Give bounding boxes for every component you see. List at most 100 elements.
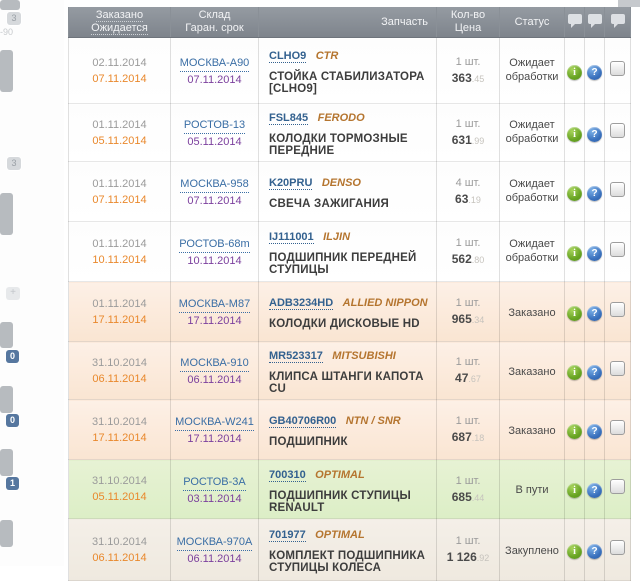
- part-code-link[interactable]: 700310: [269, 469, 306, 482]
- header-warranty-label: Гаран. срок: [173, 22, 256, 35]
- question-icon[interactable]: ?: [587, 65, 602, 80]
- price-decimals: 67: [468, 374, 481, 384]
- warehouse-link[interactable]: МОСКВА-А90: [180, 56, 250, 72]
- info-icon[interactable]: i: [567, 365, 582, 380]
- info-icon[interactable]: i: [567, 483, 582, 498]
- status-label: Заказано: [505, 365, 558, 379]
- status-cell: Заказано: [500, 400, 565, 460]
- ordered-date: 01.11.2014: [69, 236, 170, 252]
- left-panel-count-badge-blue[interactable]: 0: [6, 414, 19, 427]
- part-code-link[interactable]: 701977: [269, 529, 306, 542]
- header-comments-2[interactable]: [585, 7, 605, 38]
- left-panel-count-badge[interactable]: 3: [7, 157, 21, 170]
- row-checkbox[interactable]: [610, 242, 625, 257]
- warehouse-cell: МОСКВА-W241 17.11.2014: [171, 400, 259, 460]
- comment-bubble-icon: [588, 14, 602, 24]
- help-cell: ?: [585, 282, 605, 342]
- row-checkbox[interactable]: [610, 61, 625, 76]
- part-name: КОЛОДКИ ДИСКОВЫЕ HD: [269, 318, 432, 330]
- row-checkbox[interactable]: [610, 361, 625, 376]
- qty-price-cell: 1 шт. 63199: [437, 104, 500, 162]
- row-checkbox[interactable]: [610, 182, 625, 197]
- expected-date: 06.11.2014: [69, 550, 170, 566]
- left-panel-plus-badge[interactable]: +: [6, 287, 20, 300]
- question-icon[interactable]: ?: [587, 186, 602, 201]
- orders-table: Заказано Ожидается Склад Гаран. срок Зап…: [68, 7, 630, 581]
- left-panel-block: [0, 193, 13, 235]
- header-comments-1[interactable]: [565, 7, 585, 38]
- header-status: Статус: [500, 7, 565, 38]
- row-checkbox[interactable]: [610, 302, 625, 317]
- warehouse-link[interactable]: РОСТОВ-68m: [179, 237, 249, 253]
- header-comments-3[interactable]: [605, 7, 631, 38]
- warehouse-link[interactable]: МОСКВА-958: [180, 177, 248, 193]
- brand-label: OPTIMAL: [315, 529, 365, 541]
- price-decimals: 99: [472, 136, 485, 146]
- ordered-date: 02.11.2014: [69, 55, 170, 71]
- left-panel-count-badge-blue[interactable]: 0: [6, 350, 19, 363]
- left-panel-count-badge-blue[interactable]: 1: [6, 477, 19, 490]
- help-cell: ?: [585, 38, 605, 104]
- ordered-date: 31.10.2014: [69, 414, 170, 430]
- left-panel-block: [0, 520, 13, 547]
- expected-date: 17.11.2014: [69, 312, 170, 328]
- warranty-date: 06.11.2014: [171, 372, 258, 388]
- part-code-link[interactable]: K20PRU: [269, 177, 312, 190]
- sort-ordered-link[interactable]: Заказано: [96, 9, 143, 22]
- question-icon[interactable]: ?: [587, 306, 602, 321]
- question-icon[interactable]: ?: [587, 544, 602, 559]
- info-icon[interactable]: i: [567, 306, 582, 321]
- left-panel-count-badge[interactable]: 3: [7, 12, 21, 25]
- warehouse-link[interactable]: МОСКВА-W241: [175, 415, 254, 431]
- select-cell: [605, 162, 631, 222]
- info-icon[interactable]: i: [567, 127, 582, 142]
- qty-price-cell: 1 шт. 68544: [437, 460, 500, 519]
- row-checkbox[interactable]: [610, 479, 625, 494]
- price-integer: 1 126: [447, 550, 477, 564]
- row-checkbox[interactable]: [610, 540, 625, 555]
- sort-expected-link[interactable]: Ожидается: [91, 22, 148, 35]
- warehouse-link[interactable]: РОСТОВ-3А: [183, 475, 245, 491]
- question-icon[interactable]: ?: [587, 424, 602, 439]
- select-cell: [605, 222, 631, 282]
- warranty-date: 17.11.2014: [171, 313, 258, 329]
- header-warehouse-label: Склад: [173, 9, 256, 22]
- top-right-edge: [618, 0, 640, 7]
- info-icon[interactable]: i: [567, 65, 582, 80]
- quantity: 1 шт.: [437, 473, 499, 489]
- question-icon[interactable]: ?: [587, 483, 602, 498]
- part-code-link[interactable]: CLHO9: [269, 50, 306, 63]
- warehouse-link[interactable]: МОСКВА-970А: [177, 535, 253, 551]
- header-qty-label: Кол-во: [439, 9, 497, 22]
- part-code-link[interactable]: MR523317: [269, 350, 323, 363]
- ordered-date: 01.11.2014: [69, 176, 170, 192]
- row-checkbox[interactable]: [610, 123, 625, 138]
- row-checkbox[interactable]: [610, 420, 625, 435]
- part-code-link[interactable]: GB40706R00: [269, 415, 336, 428]
- warehouse-cell: РОСТОВ-13 05.11.2014: [171, 104, 259, 162]
- info-icon[interactable]: i: [567, 544, 582, 559]
- info-icon[interactable]: i: [567, 186, 582, 201]
- warehouse-link[interactable]: МОСКВА-910: [180, 356, 248, 372]
- part-code-link[interactable]: IJ111001: [269, 231, 314, 244]
- order-row: 31.10.2014 05.11.2014 РОСТОВ-3А 03.11.20…: [69, 460, 631, 519]
- price: 68544: [437, 489, 499, 506]
- help-cell: ?: [585, 400, 605, 460]
- warehouse-link[interactable]: РОСТОВ-13: [184, 118, 245, 134]
- warehouse-link[interactable]: МОСКВА-М87: [179, 297, 250, 313]
- question-icon[interactable]: ?: [587, 365, 602, 380]
- part-code-link[interactable]: ADB3234HD: [269, 297, 333, 310]
- status-label: Ожидает обработки: [500, 118, 564, 146]
- question-icon[interactable]: ?: [587, 246, 602, 261]
- ordered-date: 31.10.2014: [69, 355, 170, 371]
- question-icon[interactable]: ?: [587, 127, 602, 142]
- header-ordered-expected[interactable]: Заказано Ожидается: [69, 7, 171, 38]
- warehouse-cell: МОСКВА-910 06.11.2014: [171, 342, 259, 400]
- part-code-link[interactable]: FSL845: [269, 112, 308, 125]
- info-icon[interactable]: i: [567, 246, 582, 261]
- part-cell: GB40706R00 NTN / SNR ПОДШИПНИК: [259, 400, 437, 460]
- info-icon[interactable]: i: [567, 424, 582, 439]
- status-label: Закуплено: [502, 544, 562, 558]
- left-panel-edge: 3-903+001: [0, 0, 64, 566]
- ordered-date: 31.10.2014: [69, 473, 170, 489]
